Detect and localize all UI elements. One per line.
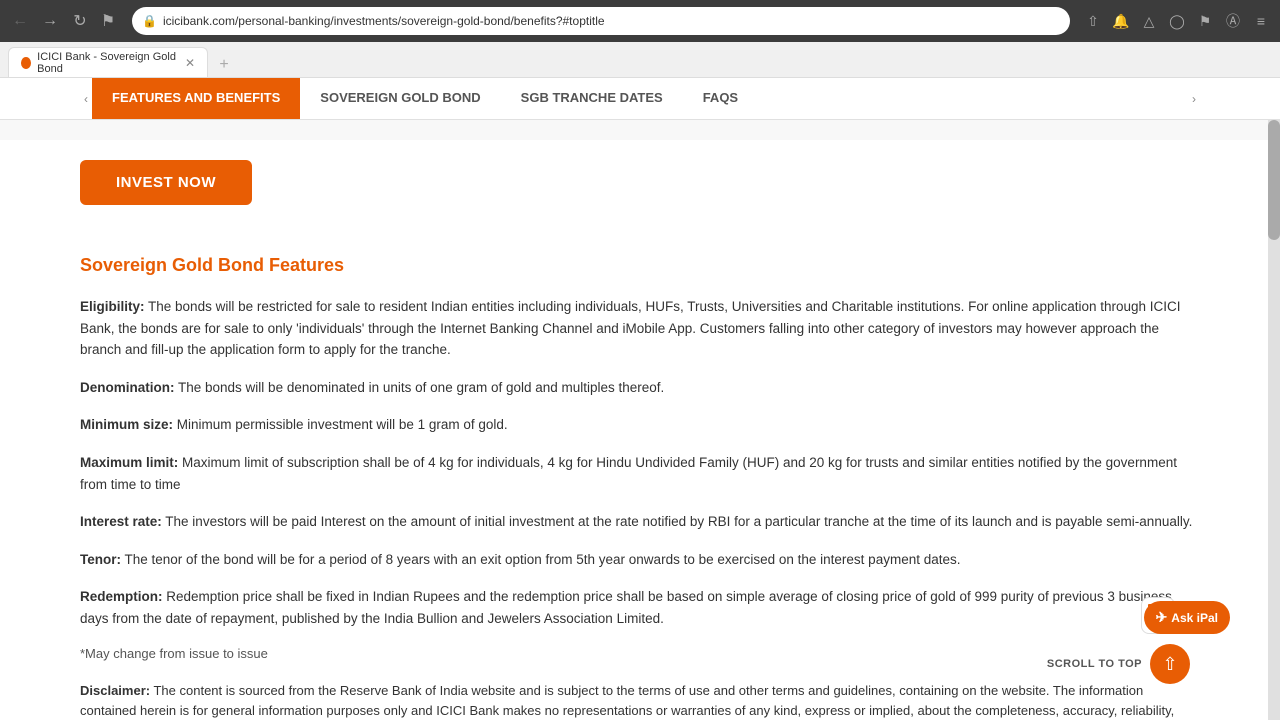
share-icon[interactable]: ⇧ (1082, 10, 1104, 32)
feature-tenor: Tenor: The tenor of the bond will be for… (80, 549, 1200, 571)
eligibility-text: The bonds will be restricted for sale to… (80, 299, 1181, 357)
browser-actions: ⇧ 🔔 △ ◯ ⚑ Ⓐ ≡ (1082, 10, 1272, 32)
back-button[interactable]: ← (8, 9, 32, 33)
tab-sgb-tranche-dates[interactable]: SGB TRANCHE DATES (501, 78, 683, 119)
reload-button[interactable]: ↻ (68, 9, 92, 33)
site-nav-tabs: FEATURES AND BENEFITS SOVEREIGN GOLD BON… (92, 78, 1188, 119)
browser-tab[interactable]: ICICI Bank - Sovereign Gold Bond ✕ (8, 47, 208, 77)
invest-now-button[interactable]: INVEST NOW (80, 160, 252, 205)
invest-section: INVEST NOW (0, 140, 1280, 225)
tab-features-benefits[interactable]: FEATURES AND BENEFITS (92, 78, 300, 119)
ask-ipal-button[interactable]: ✈ Ask iPal (1144, 601, 1230, 634)
maximum-limit-label: Maximum limit: (80, 455, 178, 470)
redemption-label: Redemption: (80, 589, 163, 604)
tab-close-icon[interactable]: ✕ (185, 56, 195, 70)
disclaimer: Disclaimer: The content is sourced from … (80, 681, 1200, 720)
save-icon[interactable]: ⚑ (1194, 10, 1216, 32)
footnote: *May change from issue to issue (80, 646, 1200, 661)
page-content: INVEST NOW Sovereign Gold Bond Features … (0, 120, 1280, 720)
scroll-to-top-button[interactable]: ⇧ (1150, 644, 1190, 684)
new-tab-button[interactable]: + (212, 53, 236, 77)
scroll-to-top-label: SCROLL TO TOP (1047, 658, 1142, 670)
scrollbar-thumb[interactable] (1268, 120, 1280, 240)
feature-eligibility: Eligibility: The bonds will be restricte… (80, 296, 1200, 361)
ask-ipal-label: Ask iPal (1171, 611, 1218, 625)
browser-controls: ← → ↻ (8, 9, 92, 33)
chat-bubble-icon: ✈ (1156, 609, 1168, 626)
eligibility-label: Eligibility: (80, 299, 145, 314)
interest-rate-label: Interest rate: (80, 514, 162, 529)
scrollbar[interactable] (1268, 120, 1280, 720)
tab-bar: ICICI Bank - Sovereign Gold Bond ✕ + (0, 42, 1280, 78)
profile-icon[interactable]: Ⓐ (1222, 10, 1244, 32)
denomination-label: Denomination: (80, 380, 175, 395)
bookmark-button[interactable]: ⚑ (96, 9, 120, 33)
tab-sovereign-gold-bond[interactable]: SOVEREIGN GOLD BOND (300, 78, 500, 119)
feature-interest-rate: Interest rate: The investors will be pai… (80, 511, 1200, 533)
minimum-size-text: Minimum permissible investment will be 1… (177, 417, 508, 432)
notification-icon[interactable]: 🔔 (1110, 10, 1132, 32)
nav-scroll-left-icon[interactable]: ‹ (80, 78, 92, 119)
tab-faqs[interactable]: FAQS (683, 78, 758, 119)
site-navigation: ‹ FEATURES AND BENEFITS SOVEREIGN GOLD B… (0, 78, 1280, 120)
extensions-icon[interactable]: ◯ (1166, 10, 1188, 32)
interest-rate-text: The investors will be paid Interest on t… (165, 514, 1192, 529)
nav-scroll-right-icon[interactable]: › (1188, 78, 1200, 119)
shield-icon[interactable]: △ (1138, 10, 1160, 32)
feature-denomination: Denomination: The bonds will be denomina… (80, 377, 1200, 399)
denomination-text: The bonds will be denominated in units o… (178, 380, 664, 395)
minimum-size-label: Minimum size: (80, 417, 173, 432)
tab-label: ICICI Bank - Sovereign Gold Bond (37, 51, 179, 75)
tenor-label: Tenor: (80, 552, 121, 567)
browser-chrome: ← → ↻ ⚑ 🔒 ⇧ 🔔 △ ◯ ⚑ Ⓐ ≡ (0, 0, 1280, 42)
maximum-limit-text: Maximum limit of subscription shall be o… (80, 455, 1177, 492)
menu-icon[interactable]: ≡ (1250, 10, 1272, 32)
feature-maximum-limit: Maximum limit: Maximum limit of subscrip… (80, 452, 1200, 495)
forward-button[interactable]: → (38, 9, 62, 33)
lock-icon: 🔒 (142, 14, 157, 28)
address-input[interactable] (163, 14, 1060, 28)
section-title: Sovereign Gold Bond Features (80, 255, 1200, 276)
redemption-text: Redemption price shall be fixed in India… (80, 589, 1172, 626)
tab-favicon-icon (21, 57, 31, 69)
tenor-text: The tenor of the bond will be for a peri… (125, 552, 961, 567)
feature-minimum-size: Minimum size: Minimum permissible invest… (80, 414, 1200, 436)
disclaimer-label: Disclaimer: (80, 683, 150, 698)
feature-redemption: Redemption: Redemption price shall be fi… (80, 586, 1200, 629)
disclaimer-text: The content is sourced from the Reserve … (80, 683, 1195, 720)
address-bar-container: 🔒 (132, 7, 1070, 35)
